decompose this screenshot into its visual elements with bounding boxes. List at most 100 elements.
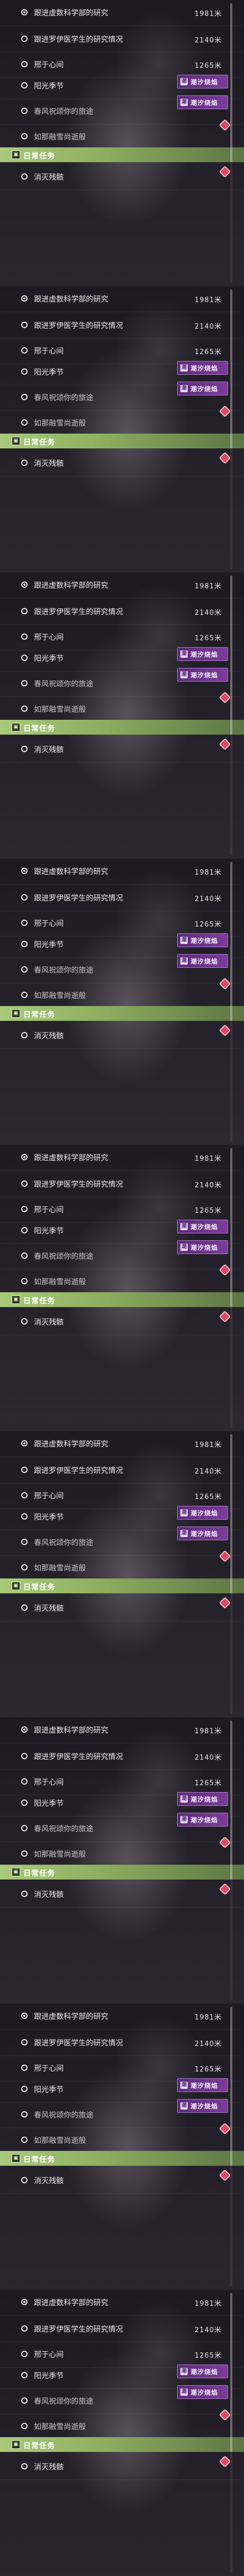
track-circle-icon[interactable]: [21, 966, 28, 973]
track-circle-icon[interactable]: [21, 2086, 28, 2092]
track-circle-icon[interactable]: [21, 173, 28, 180]
event-badge[interactable]: 潮潮汐烧焰: [177, 1527, 228, 1540]
task-row[interactable]: 跟进罗伊医学生的研究情况 2140米: [0, 1744, 244, 1770]
track-circle-icon[interactable]: [21, 1513, 28, 1520]
event-badge[interactable]: 潮潮汐烧焰: [177, 1506, 228, 1520]
track-circle-icon[interactable]: [21, 992, 28, 998]
track-circle-icon[interactable]: [21, 394, 28, 400]
track-circle-icon[interactable]: [21, 2137, 28, 2143]
track-circle-icon[interactable]: [21, 1440, 28, 1446]
track-circle-icon[interactable]: [21, 2351, 28, 2357]
task-row[interactable]: 如那融雪尚逝般: [0, 1841, 244, 1867]
task-row[interactable]: 如那融雪尚逝般: [0, 124, 244, 150]
daily-task-row[interactable]: 消灭残骸: [0, 1882, 244, 1908]
track-circle-icon[interactable]: [21, 1778, 28, 1785]
track-circle-icon[interactable]: [21, 1467, 28, 1473]
scrollbar-thumb[interactable]: [230, 2293, 232, 2452]
scrollbar-thumb[interactable]: [230, 3, 232, 162]
track-circle-icon[interactable]: [21, 2463, 28, 2469]
track-circle-icon[interactable]: [21, 868, 28, 874]
scrollbar-thumb[interactable]: [230, 1434, 232, 1593]
task-row[interactable]: 跟进罗伊医学生的研究情况 2140米: [0, 2030, 244, 2056]
daily-task-row[interactable]: 消灭残骸: [0, 451, 244, 477]
task-row[interactable]: 跟进虚数科学部的研究 1981米: [0, 2004, 244, 2030]
task-row[interactable]: 跟进罗伊医学生的研究情况 2140米: [0, 2316, 244, 2342]
scrollbar-thumb[interactable]: [230, 2007, 232, 2166]
track-circle-icon[interactable]: [21, 2372, 28, 2378]
daily-task-row[interactable]: 消灭残骸: [0, 164, 244, 190]
daily-task-header[interactable]: ▣ 日常任务: [0, 147, 244, 162]
event-badge[interactable]: 潮潮汐烧焰: [177, 1792, 228, 1806]
event-badge[interactable]: 潮潮汐烧焰: [177, 647, 228, 661]
event-badge[interactable]: 潮潮汐烧焰: [177, 1240, 228, 1254]
event-badge[interactable]: 潮潮汐烧焰: [177, 75, 228, 89]
track-circle-icon[interactable]: [21, 581, 28, 588]
daily-task-row[interactable]: 消灭残骸: [0, 1595, 244, 1621]
track-circle-icon[interactable]: [21, 2111, 28, 2118]
scrollbar-thumb[interactable]: [230, 289, 232, 448]
task-row[interactable]: 跟进罗伊医学生的研究情况 2140米: [0, 1171, 244, 1197]
daily-task-row[interactable]: 消灭残骸: [0, 1309, 244, 1335]
task-row[interactable]: 跟进罗伊医学生的研究情况 2140米: [0, 313, 244, 339]
track-circle-icon[interactable]: [21, 2299, 28, 2305]
task-row[interactable]: 如那融雪尚逝般: [0, 696, 244, 722]
track-circle-icon[interactable]: [21, 322, 28, 328]
track-circle-icon[interactable]: [21, 2423, 28, 2429]
task-row[interactable]: 如那融雪尚逝般: [0, 2414, 244, 2440]
scrollbar[interactable]: [230, 1148, 232, 1428]
task-row[interactable]: 跟进罗伊医学生的研究情况 2140米: [0, 1458, 244, 1484]
scrollbar-thumb[interactable]: [230, 1148, 232, 1307]
task-row[interactable]: 如那融雪尚逝般: [0, 983, 244, 1009]
track-circle-icon[interactable]: [21, 61, 28, 67]
event-badge[interactable]: 潮潮汐烧焰: [177, 2099, 228, 2113]
track-circle-icon[interactable]: [21, 608, 28, 614]
track-circle-icon[interactable]: [21, 82, 28, 89]
scrollbar[interactable]: [230, 2293, 232, 2573]
track-circle-icon[interactable]: [21, 1825, 28, 1831]
track-circle-icon[interactable]: [21, 920, 28, 926]
track-circle-icon[interactable]: [21, 2325, 28, 2332]
daily-task-row[interactable]: 消灭残骸: [0, 2454, 244, 2480]
event-badge[interactable]: 潮潮汐烧焰: [177, 1813, 228, 1827]
track-circle-icon[interactable]: [21, 460, 28, 466]
task-row[interactable]: 跟进罗伊医学生的研究情况 2140米: [0, 27, 244, 52]
event-badge[interactable]: 潮潮汐烧焰: [177, 361, 228, 375]
scrollbar[interactable]: [230, 576, 232, 855]
daily-task-header[interactable]: ▣ 日常任务: [0, 720, 244, 735]
task-row[interactable]: 跟进虚数科学部的研究 1981米: [0, 1431, 244, 1457]
track-circle-icon[interactable]: [21, 1278, 28, 1284]
track-circle-icon[interactable]: [21, 295, 28, 302]
daily-task-header[interactable]: ▣ 日常任务: [0, 1578, 244, 1593]
track-circle-icon[interactable]: [21, 1891, 28, 1897]
track-circle-icon[interactable]: [21, 1726, 28, 1733]
track-circle-icon[interactable]: [21, 1564, 28, 1571]
track-circle-icon[interactable]: [21, 1227, 28, 1233]
track-circle-icon[interactable]: [21, 1206, 28, 1212]
scrollbar[interactable]: [230, 862, 232, 1142]
scrollbar[interactable]: [230, 1434, 232, 1714]
task-row[interactable]: 跟进虚数科学部的研究 1981米: [0, 1717, 244, 1743]
track-circle-icon[interactable]: [21, 1492, 28, 1498]
track-circle-icon[interactable]: [21, 368, 28, 375]
track-circle-icon[interactable]: [21, 347, 28, 354]
track-circle-icon[interactable]: [21, 133, 28, 139]
event-badge[interactable]: 潮潮汐烧焰: [177, 954, 228, 968]
task-row[interactable]: 跟进虚数科学部的研究 1981米: [0, 1145, 244, 1171]
task-row[interactable]: 跟进虚数科学部的研究 1981米: [0, 0, 244, 26]
track-circle-icon[interactable]: [21, 1850, 28, 1857]
event-badge[interactable]: 潮潮汐烧焰: [177, 2078, 228, 2092]
daily-task-header[interactable]: ▣ 日常任务: [0, 1292, 244, 1307]
daily-task-row[interactable]: 消灭残骸: [0, 1023, 244, 1049]
scrollbar-thumb[interactable]: [230, 862, 232, 1021]
track-circle-icon[interactable]: [21, 1799, 28, 1806]
track-circle-icon[interactable]: [21, 9, 28, 15]
track-circle-icon[interactable]: [21, 2013, 28, 2019]
event-badge[interactable]: 潮潮汐烧焰: [177, 933, 228, 947]
scrollbar[interactable]: [230, 289, 232, 569]
track-circle-icon[interactable]: [21, 1539, 28, 1545]
track-circle-icon[interactable]: [21, 1604, 28, 1611]
daily-task-header[interactable]: ▣ 日常任务: [0, 434, 244, 448]
scrollbar[interactable]: [230, 2007, 232, 2287]
event-badge[interactable]: 潮潮汐烧焰: [177, 95, 228, 109]
track-circle-icon[interactable]: [21, 746, 28, 752]
